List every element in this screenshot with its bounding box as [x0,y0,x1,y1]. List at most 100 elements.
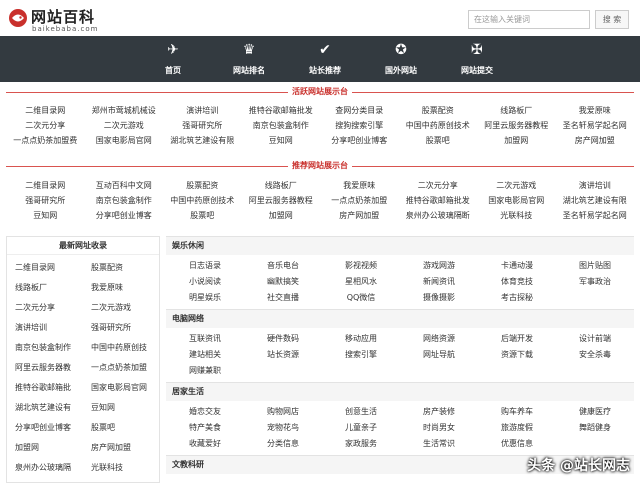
site-link[interactable]: 股票吧 [83,418,159,438]
category-link[interactable]: 搜索引擎 [322,347,400,363]
site-link[interactable]: 加盟网 [477,133,556,148]
category-link[interactable]: 设计前端 [556,331,634,347]
site-link[interactable]: 南京包装盒制作 [85,193,164,208]
category-link[interactable]: 日志语录 [166,258,244,274]
site-link[interactable]: 国家电影局官网 [477,193,556,208]
site-link[interactable]: 阿里云服务器教程 [477,118,556,133]
site-link[interactable]: 推特谷歌邮箱批 [7,378,83,398]
category-link[interactable]: 房产装修 [400,404,478,420]
category-link[interactable]: 资源下载 [478,347,556,363]
site-link[interactable]: 一点点奶茶加盟 [320,193,399,208]
site-link[interactable]: 演讲培训 [7,318,83,338]
site-link[interactable]: 湖北筑艺建设有 [7,398,83,418]
category-link[interactable]: 优惠信息 [478,436,556,452]
site-link[interactable]: 股票配资 [83,258,159,278]
search-input[interactable] [468,10,590,29]
category-link[interactable]: 幽默搞笑 [244,274,322,290]
site-link[interactable]: 一点点奶茶加盟费 [6,133,85,148]
category-link[interactable]: 婚恋交友 [166,404,244,420]
category-link[interactable]: 特产美食 [166,420,244,436]
site-link[interactable]: 国家电影局官网 [85,133,164,148]
category-link[interactable]: 网址导航 [400,347,478,363]
site-link[interactable]: 泉州办公玻璃隔断 [399,208,478,223]
site-link[interactable]: 线路板厂 [7,278,83,298]
category-link[interactable]: 考古探秘 [478,290,556,306]
category-link[interactable]: 旅游度假 [478,420,556,436]
search-button[interactable]: 搜 索 [595,10,629,29]
category-link[interactable]: 移动应用 [322,331,400,347]
site-link[interactable]: 互动百科中文网 [85,178,164,193]
site-link[interactable]: 线路板厂 [242,178,321,193]
category-link[interactable]: 硬件数码 [244,331,322,347]
site-link[interactable]: 二维目录网 [7,258,83,278]
site-link[interactable]: 二次元游戏 [83,298,159,318]
site-link[interactable]: 光联科技 [477,208,556,223]
site-link[interactable]: 分享吧创业博客 [320,133,399,148]
site-link[interactable]: 分享吧创业博客 [85,208,164,223]
category-link[interactable]: 分类信息 [244,436,322,452]
site-link[interactable]: 分享吧创业博客 [7,418,83,438]
category-link[interactable]: 军事政治 [556,274,634,290]
site-link[interactable]: 国家电影局官网 [83,378,159,398]
site-link[interactable]: 豆知网 [242,133,321,148]
site-link[interactable]: 二次元游戏 [477,178,556,193]
category-link[interactable]: 摄像摄影 [400,290,478,306]
category-link[interactable]: 小说阅读 [166,274,244,290]
category-link[interactable]: 新闻资讯 [400,274,478,290]
category-link[interactable]: 网赚兼职 [166,363,244,379]
site-link[interactable]: 股票吧 [163,208,242,223]
site-link[interactable]: 强哥研究所 [83,318,159,338]
site-link[interactable]: 阿里云服务器教 [7,358,83,378]
nav-item-1[interactable]: ✈ 首页 [135,36,211,82]
site-link[interactable]: 股票配资 [399,103,478,118]
category-link[interactable]: 建站相关 [166,347,244,363]
site-link[interactable]: 房产网加盟 [556,133,635,148]
site-logo[interactable]: 网站百科 baikebaba.com [8,5,133,33]
nav-item-4[interactable]: ✪ 国外网站 [363,36,439,82]
category-link[interactable]: 明星娱乐 [166,290,244,306]
category-link[interactable]: 收藏爱好 [166,436,244,452]
category-link[interactable]: 体育竞技 [478,274,556,290]
site-link[interactable]: 豆知网 [83,398,159,418]
category-link[interactable]: 时尚男女 [400,420,478,436]
site-link[interactable]: 演讲培训 [556,178,635,193]
site-link[interactable]: 搜狗搜索引擎 [320,118,399,133]
category-link[interactable]: 网络资源 [400,331,478,347]
site-link[interactable]: 线路板厂 [477,103,556,118]
site-link[interactable]: 推特谷歌邮箱批发 [399,193,478,208]
category-link[interactable]: 站长资源 [244,347,322,363]
category-link[interactable]: 宠物花鸟 [244,420,322,436]
category-link[interactable]: 音乐电台 [244,258,322,274]
site-link[interactable]: 中国中药原创技术 [163,193,242,208]
site-link[interactable]: 房产网加盟 [83,438,159,458]
site-link[interactable]: 查网分类目录 [320,103,399,118]
site-link[interactable]: 房产网加盟 [320,208,399,223]
site-link[interactable]: 股票配资 [163,178,242,193]
site-link[interactable]: 强哥研究所 [163,118,242,133]
site-link[interactable]: 推特谷歌邮箱批发 [242,103,321,118]
site-link[interactable]: 阿里云服务器教程 [242,193,321,208]
nav-item-2[interactable]: ♛ 网站排名 [211,36,287,82]
site-link[interactable]: 我爱原味 [556,103,635,118]
site-link[interactable]: 股票吧 [399,133,478,148]
category-link[interactable]: 卡通动漫 [478,258,556,274]
site-link[interactable]: 光联科技 [83,458,159,478]
site-link[interactable]: 二次元游戏 [85,118,164,133]
category-link[interactable]: 安全杀毒 [556,347,634,363]
site-link[interactable]: 湖北筑艺建设有限 [163,133,242,148]
category-link[interactable]: 生活常识 [400,436,478,452]
category-link[interactable]: 创意生活 [322,404,400,420]
site-link[interactable]: 中国中药原创技术 [399,118,478,133]
site-link[interactable]: 南京包装盒制作 [242,118,321,133]
category-link[interactable]: QQ微信 [322,290,400,306]
site-link[interactable]: 南京包装盒制作 [7,338,83,358]
category-link[interactable]: 儿童亲子 [322,420,400,436]
category-link[interactable]: 游戏网游 [400,258,478,274]
site-link[interactable]: 豆知网 [6,208,85,223]
site-link[interactable]: 圣名轩易学起名网 [556,118,635,133]
category-link[interactable]: 购物网店 [244,404,322,420]
category-link[interactable]: 星相风水 [322,274,400,290]
site-link[interactable]: 加盟网 [242,208,321,223]
nav-item-5[interactable]: ✠ 网站提交 [439,36,515,82]
site-link[interactable]: 圣名轩易学起名网 [556,208,635,223]
